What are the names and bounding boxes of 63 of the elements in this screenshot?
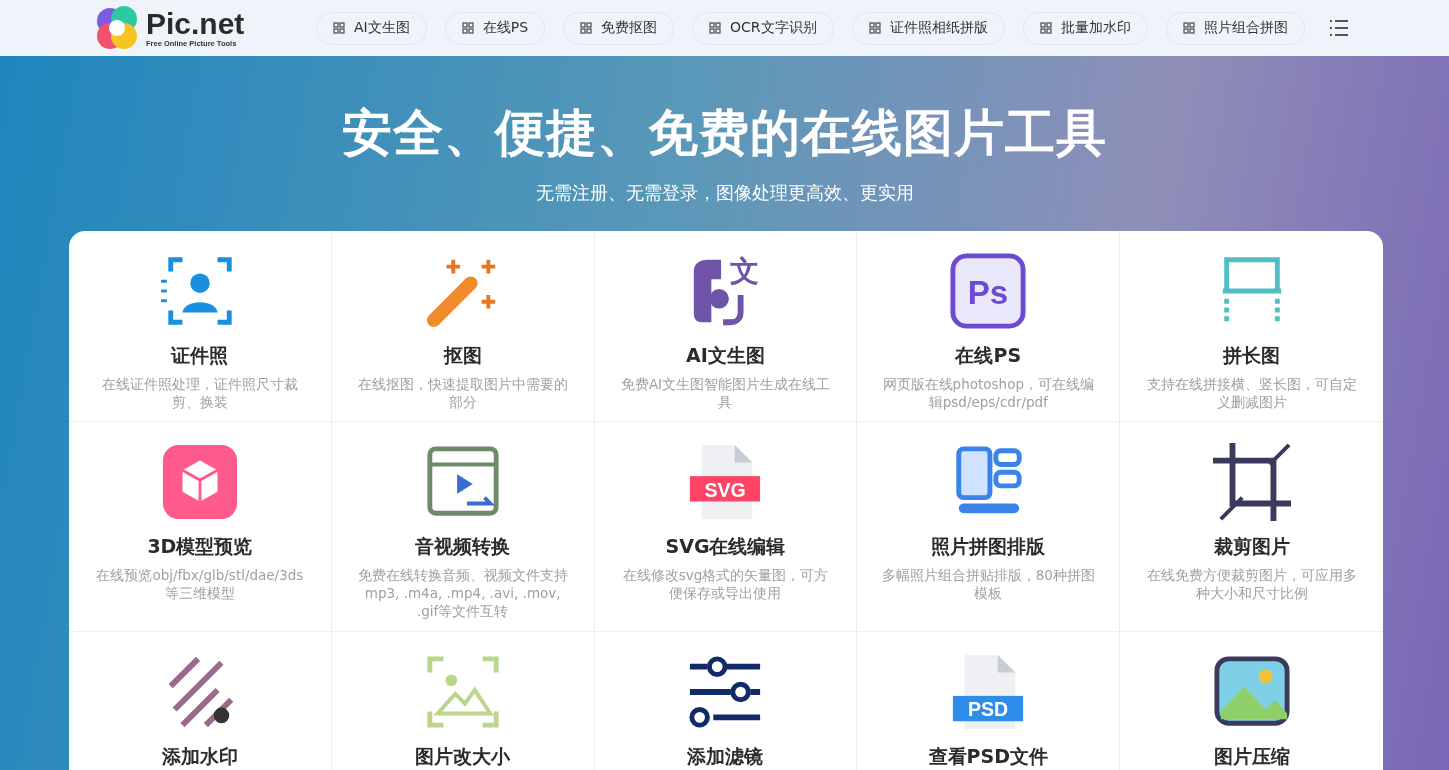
logo-icon xyxy=(94,5,140,51)
grid-icon xyxy=(333,22,345,34)
hero-subtitle: 无需注册、无需登录，图像处理更高效、更实用 xyxy=(535,181,914,205)
grid-icon xyxy=(868,22,881,34)
tool-title: 图片改大小 xyxy=(415,744,511,769)
tool-title: 拼长图 xyxy=(1223,343,1281,368)
tool-title: 3D模型预览 xyxy=(147,534,253,559)
tool-description: 多幅照片组合拼贴排版，80种拼图模板 xyxy=(881,566,1096,602)
tool-description: 支持在线拼接横、竖长图，可自定义删减图片 xyxy=(1145,375,1358,411)
tool-description: 在线免费方便裁剪图片，可应用多种大小和尺寸比例 xyxy=(1145,566,1358,602)
tool-title: 裁剪图片 xyxy=(1213,534,1290,559)
tool-title: 在线PS xyxy=(955,343,1022,368)
tool-description: 在线证件照处理，证件照尺寸裁剪、换装 xyxy=(100,375,299,411)
tool-tile[interactable]: 文 AI文生图 免费AI文生图智能图片生成在线工具 xyxy=(594,231,858,422)
tool-title: 添加水印 xyxy=(161,744,238,769)
tool-tile[interactable]: 证件照 在线证件照处理，证件照尺寸裁剪、换装 xyxy=(69,231,332,422)
tool-title: AI文生图 xyxy=(686,343,765,368)
tool-tile[interactable]: 图片改大小 xyxy=(331,632,595,770)
tool-description: 免费AI文生图智能图片生成在线工具 xyxy=(619,375,832,411)
tool-title: 证件照 xyxy=(171,343,229,368)
tool-tile[interactable]: 3D模型预览 在线预览obj/fbx/glb/stl/dae/3ds等三维模型 xyxy=(69,422,332,632)
tool-title: 照片拼图排版 xyxy=(931,534,1046,559)
tool-title: 抠图 xyxy=(443,343,482,368)
nav-link[interactable]: AI文生图 xyxy=(316,11,427,45)
ps-app-icon: Ps xyxy=(949,252,1028,330)
tool-tile[interactable]: 照片拼图排版 多幅照片组合拼贴排版，80种拼图模板 xyxy=(857,422,1121,632)
tool-tile[interactable]: 裁剪图片 在线免费方便裁剪图片，可应用多种大小和尺寸比例 xyxy=(1120,422,1383,632)
cube-app-icon xyxy=(160,443,239,521)
nav-link[interactable]: OCR文字识别 xyxy=(692,11,834,45)
tool-tile[interactable]: 拼长图 支持在线拼接横、竖长图，可自定义删减图片 xyxy=(1120,231,1383,422)
tool-tile[interactable]: 添加水印 xyxy=(69,632,332,770)
menu-button[interactable] xyxy=(1328,19,1349,37)
crop-icon xyxy=(1212,443,1291,521)
grid-icon xyxy=(1182,22,1195,34)
tool-title: 图片压缩 xyxy=(1213,744,1290,769)
grid-icon xyxy=(709,22,722,34)
tool-description: 在线预览obj/fbx/glb/stl/dae/3ds等三维模型 xyxy=(95,566,305,602)
nav-link[interactable]: 免费抠图 xyxy=(563,11,675,45)
tool-title: 音视频转换 xyxy=(415,534,511,559)
grid-icon xyxy=(580,22,593,34)
tool-tile[interactable]: 音视频转换 免费在线转换音频、视频文件支持mp3, .m4a, .mp4, .avi, .mov, .gif等文件互转 xyxy=(331,422,595,632)
nav-link[interactable]: 批量加水印 xyxy=(1022,11,1148,45)
grid-icon xyxy=(461,22,474,34)
hero-title: 安全、便捷、免费的在线图片工具 xyxy=(342,103,1107,164)
tool-tile[interactable]: 抠图 在线抠图，快速提取图片中需要的部分 xyxy=(331,231,595,422)
nav-link[interactable]: 在线PS xyxy=(444,11,546,45)
menu-icon xyxy=(1328,19,1349,37)
tool-description: 免费在线转换音频、视频文件支持mp3, .m4a, .mp4, .avi, .mov, .gif等文件互转 xyxy=(356,566,569,620)
tool-description: 网页版在线photoshop，可在线编辑psd/eps/cdr/pdf xyxy=(881,375,1095,411)
tool-tile[interactable]: SVG SVG在线编辑 在线修改svg格式的矢量图，可方便保存或导出使用 xyxy=(594,422,858,632)
tool-title: SVG在线编辑 xyxy=(665,534,786,559)
nav-link[interactable]: 照片组合拼图 xyxy=(1165,11,1305,45)
tool-title: 添加滤镜 xyxy=(687,744,764,769)
tool-tile[interactable]: 添加滤镜 xyxy=(594,632,858,770)
tool-title: 查看PSD文件 xyxy=(928,744,1048,769)
logo-name[interactable]: Pic.net xyxy=(146,8,245,39)
grid-icon xyxy=(1039,22,1052,34)
tool-description: 在线修改svg格式的矢量图，可方便保存或导出使用 xyxy=(621,566,830,602)
tool-tile[interactable]: PSD 查看PSD文件 xyxy=(857,632,1121,770)
nav-link[interactable]: 证件照相纸拼版 xyxy=(851,11,1005,45)
tool-description: 在线抠图，快速提取图片中需要的部分 xyxy=(356,375,569,411)
tool-tile[interactable]: 图片压缩 xyxy=(1120,632,1383,770)
tool-tile[interactable]: Ps 在线PS 网页版在线photoshop，可在线编辑psd/eps/cdr/pdf xyxy=(857,231,1121,422)
